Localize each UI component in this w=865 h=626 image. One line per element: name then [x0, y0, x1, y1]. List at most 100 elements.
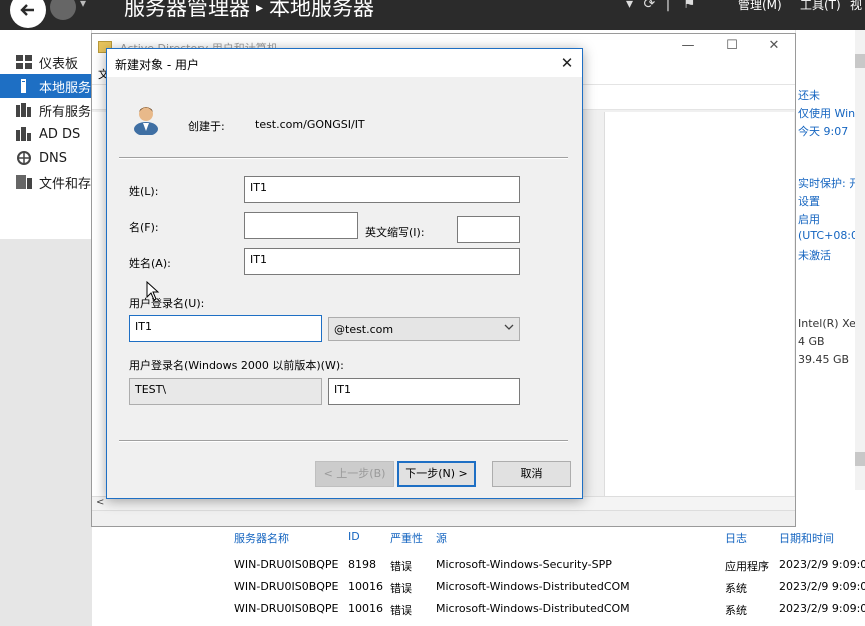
nav-item-dashboard[interactable]: 仪表板 [0, 50, 92, 74]
property-value: 4 GB [798, 335, 825, 348]
cell-server: WIN-DRU0IS0BQPE [234, 602, 339, 615]
notifications-flag-icon[interactable]: ⚑ [683, 0, 696, 12]
logon-name-field[interactable]: IT1 [129, 315, 322, 342]
nav-item-label: 文件和存 [39, 176, 92, 192]
mouse-cursor-icon [146, 281, 160, 301]
cell-log: 系统 [725, 604, 747, 617]
close-button[interactable]: ✕ [552, 49, 582, 77]
left-nav-empty-area [0, 239, 92, 626]
refresh-icon[interactable]: ⟳ [643, 0, 655, 12]
table-row[interactable]: WIN-DRU0IS0BQPE 8198 错误 Microsoft-Window… [228, 554, 865, 576]
maximize-button[interactable]: ☐ [722, 38, 742, 56]
chevron-down-icon [504, 324, 514, 330]
property-value-link[interactable]: 启用 [798, 211, 820, 227]
dialog-title: 新建对象 - 用户 [115, 58, 199, 72]
ad-ds-icon [16, 127, 31, 141]
cell-datetime: 2023/2/9 9:09:04 [779, 558, 865, 571]
property-value: 39.45 GB [798, 353, 850, 366]
nav-item-all-servers[interactable]: 所有服务 [0, 98, 92, 122]
cell-server: WIN-DRU0IS0BQPE [234, 558, 339, 571]
next-button[interactable]: 下一步(N) > [397, 461, 476, 487]
column-header-id[interactable]: ID [348, 530, 360, 543]
menu-manage[interactable]: 管理(M) [738, 0, 782, 13]
nav-item-dns[interactable]: DNS [0, 146, 92, 170]
pre2000-domain-field: TEST\ [129, 378, 322, 405]
first-name-label: 名(F): [129, 221, 159, 234]
properties-panel: 还未 仅使用 Windo 今天 9:07 实时保护: 开 设置 启用 (UTC+… [795, 30, 865, 520]
cell-server: WIN-DRU0IS0BQPE [234, 580, 339, 593]
app-title: 服务器管理器 [124, 0, 250, 20]
nav-item-label: 仪表板 [39, 56, 79, 72]
column-header-server[interactable]: 服务器名称 [234, 530, 289, 546]
page-title: 本地服务器 [269, 0, 375, 20]
cell-severity: 错误 [390, 582, 412, 595]
last-name-label: 姓(L): [129, 185, 159, 198]
domain-suffix-select[interactable]: @test.com [328, 317, 520, 341]
back-button[interactable] [10, 0, 46, 28]
column-header-severity[interactable]: 严重性 [390, 530, 423, 546]
full-name-label: 姓名(A): [129, 257, 171, 270]
column-header-datetime[interactable]: 日期和时间 [779, 530, 834, 546]
cell-datetime: 2023/2/9 9:09:03 [779, 580, 865, 593]
aduc-tree-pane [92, 112, 106, 497]
nav-dropdown-icon[interactable]: ▾ [80, 0, 86, 10]
last-name-field[interactable]: IT1 [244, 176, 520, 203]
property-value-link[interactable]: 未激活 [798, 247, 831, 263]
cell-severity: 错误 [390, 560, 412, 573]
full-name-field[interactable]: IT1 [244, 248, 520, 275]
created-in-label: 创建于: [188, 120, 225, 133]
dashboard-icon [16, 55, 32, 69]
first-name-field[interactable] [244, 212, 358, 239]
back-button[interactable]: < 上一步(B) [315, 461, 394, 487]
initials-label: 英文缩写(I): [365, 226, 425, 239]
property-value-link[interactable]: 今天 9:07 [798, 123, 848, 139]
column-header-log[interactable]: 日志 [725, 530, 747, 546]
cancel-button[interactable]: 取消 [492, 461, 571, 487]
pre2000-name-field[interactable]: IT1 [328, 378, 520, 405]
created-in-value: test.com/GONGSI/IT [255, 118, 365, 131]
nav-item-label: AD DS [39, 126, 81, 142]
cell-source: Microsoft-Windows-DistributedCOM [436, 580, 630, 593]
nav-item-local-server[interactable]: 本地服务 [0, 74, 92, 98]
nav-item-ad-ds[interactable]: AD DS [0, 122, 92, 146]
scrollbar-thumb[interactable] [855, 54, 865, 68]
table-row[interactable]: WIN-DRU0IS0BQPE 10016 错误 Microsoft-Windo… [228, 598, 865, 620]
nav-item-file-storage[interactable]: 文件和存 [0, 170, 92, 194]
menu-view[interactable]: 视 [850, 0, 862, 13]
cell-datetime: 2023/2/9 9:09:02 [779, 602, 865, 615]
property-value-link[interactable]: 实时保护: 开 [798, 175, 860, 191]
breadcrumb-separator: ▸ [256, 0, 264, 16]
user-icon [134, 107, 158, 135]
property-value-link[interactable]: 还未 [798, 87, 820, 103]
initials-field[interactable] [457, 216, 520, 243]
cell-source: Microsoft-Windows-Security-SPP [436, 558, 612, 571]
pre2000-label: 用户登录名(Windows 2000 以前版本)(W): [129, 359, 344, 372]
minimize-button[interactable]: — [678, 38, 698, 56]
column-header-source[interactable]: 源 [436, 530, 447, 546]
cell-id: 10016 [348, 602, 383, 615]
close-button[interactable]: ✕ [764, 38, 784, 56]
domain-suffix-value: @test.com [334, 323, 394, 336]
menu-tools[interactable]: 工具(T) [800, 0, 841, 13]
dropdown-icon[interactable]: ▾ [626, 0, 633, 12]
scrollbar-thumb[interactable] [855, 452, 865, 466]
cell-id: 10016 [348, 580, 383, 593]
cell-severity: 错误 [390, 604, 412, 617]
dns-icon [17, 151, 31, 165]
toolbar-icons: ▾ ⟳ | ⚑ [626, 0, 695, 12]
arrow-left-icon [20, 4, 34, 16]
divider [119, 157, 568, 159]
table-row[interactable]: WIN-DRU0IS0BQPE 10016 错误 Microsoft-Windo… [228, 576, 865, 598]
all-servers-icon [16, 103, 31, 117]
aduc-statusbar [92, 510, 795, 526]
nav-item-label: 所有服务 [39, 104, 92, 120]
nav-item-label: DNS [39, 150, 67, 166]
forward-button[interactable] [50, 0, 76, 20]
events-table: 服务器名称 ID 严重性 源 日志 日期和时间 WIN-DRU0IS0BQPE … [228, 524, 865, 626]
separator-icon: | [665, 0, 671, 12]
panel-scrollbar[interactable] [855, 30, 865, 490]
property-value-link[interactable]: 设置 [798, 193, 820, 209]
scroll-left-icon[interactable]: < [96, 497, 104, 508]
new-user-dialog: 新建对象 - 用户 ✕ 创建于: test.com/GONGSI/IT 姓(L)… [106, 48, 583, 499]
nav-item-label: 本地服务 [39, 80, 92, 96]
